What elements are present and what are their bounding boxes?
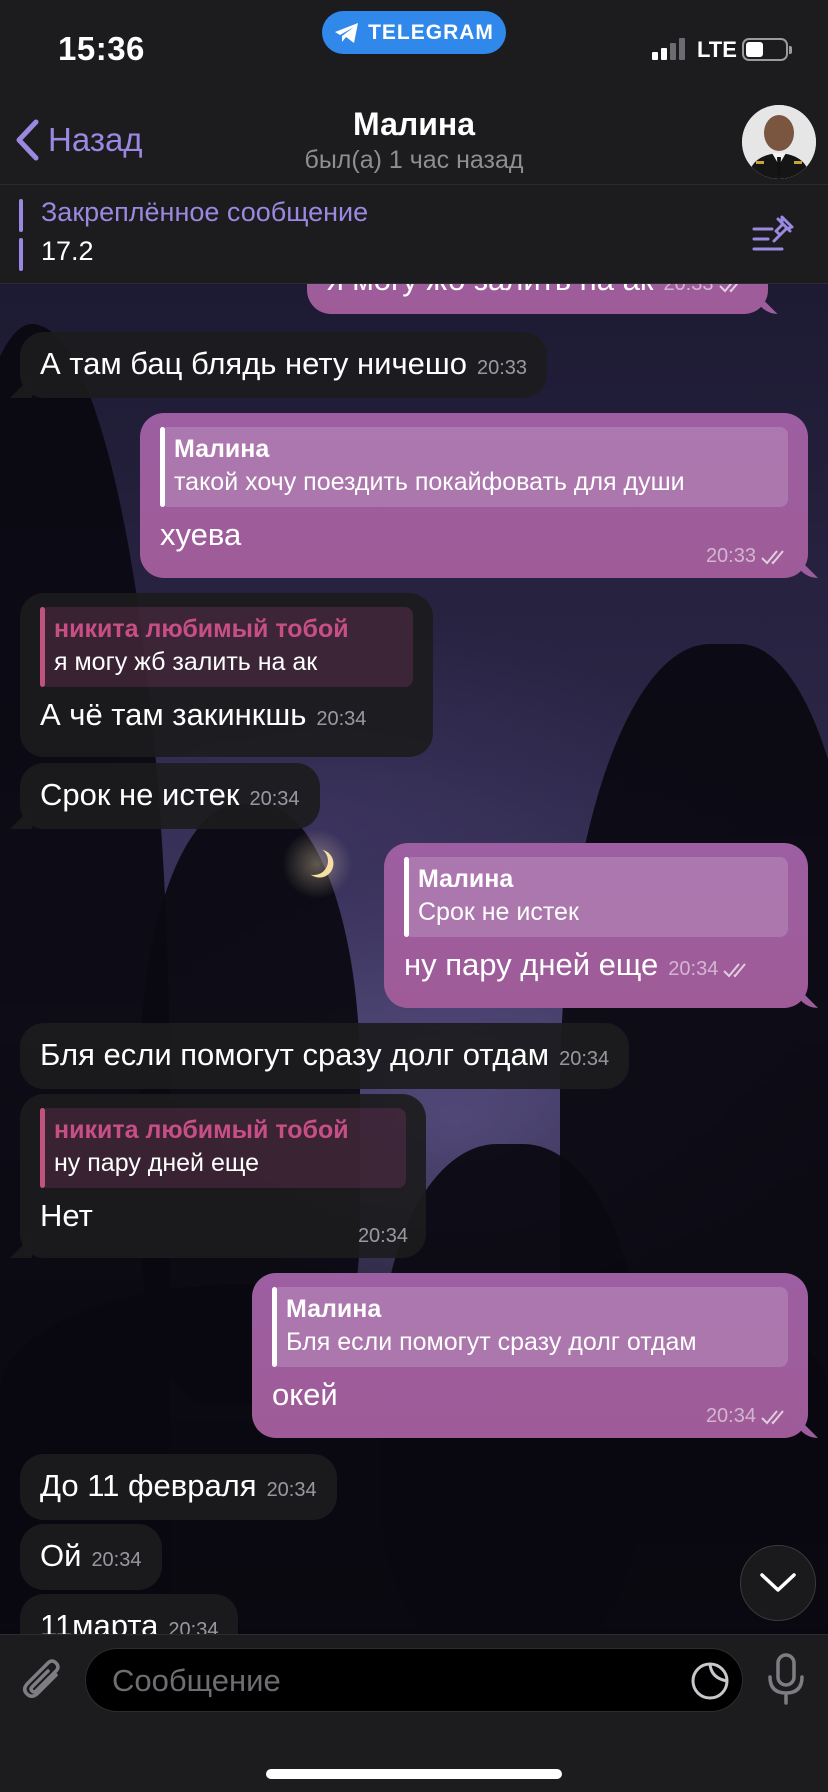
message-bubble-incoming[interactable]: Ой 20:34 — [20, 1524, 162, 1590]
message-meta: 20:33 — [663, 284, 747, 296]
pinned-message-bar[interactable]: Закреплённое сообщение 17.2 — [0, 184, 828, 284]
telegram-pill[interactable]: TELEGRAM — [322, 11, 506, 54]
reply-text: ну пару дней еще — [54, 1149, 260, 1177]
message-time: 20:34 — [168, 1619, 219, 1634]
message-text: я могу жб залить на ак — [327, 284, 653, 300]
message-bubble-incoming[interactable]: Срок не истек 20:34 — [20, 763, 320, 829]
message-time: 20:34 — [316, 708, 367, 730]
pinned-title: Закреплённое сообщение — [41, 197, 369, 227]
microphone-icon[interactable] — [762, 1651, 810, 1707]
message-bubble-incoming[interactable]: Бля если помогут сразу долг отдам 20:34 — [20, 1023, 630, 1089]
reply-quote[interactable]: никита любимый тобой ну пару дней еще — [40, 1108, 406, 1188]
pinned-list-icon[interactable] — [752, 215, 796, 255]
message-text: А чё там закинкшь — [40, 697, 307, 732]
telegram-plane-icon — [335, 22, 359, 43]
reply-text: такой хочу поездить покайфовать для души — [174, 468, 685, 496]
chat-header: Назад Малина был(а) 1 час назад — [0, 100, 828, 184]
chevron-down-icon — [760, 1573, 796, 1592]
message-bubble-incoming[interactable]: никита любимый тобой ну пару дней еще Не… — [20, 1094, 426, 1258]
message-text: 11марта — [40, 1608, 159, 1634]
message-text: До 11 февраля — [40, 1468, 257, 1503]
double-check-icon — [718, 284, 738, 292]
message-input-bar: Сообщение — [0, 1634, 828, 1792]
message-text: Бля если помогут сразу долг отдам — [40, 1037, 550, 1072]
telegram-pill-label: TELEGRAM — [368, 20, 494, 44]
reply-quote[interactable]: никита любимый тобой я могу жб залить на… — [40, 607, 413, 687]
paperclip-icon[interactable] — [20, 1657, 66, 1707]
pinned-indicator — [19, 199, 23, 271]
message-meta: 20:34 — [706, 1405, 790, 1428]
reply-author: никита любимый тобой — [54, 615, 349, 643]
scroll-down-button[interactable] — [740, 1545, 816, 1621]
chat-title[interactable]: Малина — [0, 106, 828, 143]
message-bubble-outgoing[interactable]: Малина Бля если помогут сразу долг отдам… — [252, 1273, 808, 1438]
message-meta: 20:33 — [706, 545, 790, 568]
double-check-icon — [723, 962, 747, 977]
home-indicator[interactable] — [266, 1769, 562, 1779]
sticker-icon[interactable] — [689, 1660, 731, 1702]
message-bubble-incoming[interactable]: А там бац блядь нету ничешо 20:33 — [20, 332, 548, 398]
network-type: LTE — [697, 37, 737, 62]
reply-text: Бля если помогут сразу долг отдам — [286, 1328, 697, 1356]
signal-icon — [652, 38, 685, 60]
double-check-icon — [761, 1409, 784, 1424]
message-bubble-incoming[interactable]: 11марта 20:34 — [20, 1594, 239, 1634]
message-bubble-outgoing[interactable]: я могу жб залить на ак 20:33 — [307, 284, 768, 314]
message-bubble-incoming[interactable]: До 11 февраля 20:34 — [20, 1454, 337, 1520]
message-time: 20:33 — [705, 545, 756, 567]
message-text: хуева — [160, 517, 242, 552]
message-bubble-outgoing[interactable]: Малина Срок не истек ну пару дней еще 20… — [384, 843, 808, 1008]
profile-photo — [742, 105, 816, 179]
message-time: 20:34 — [91, 1549, 142, 1571]
message-bubble-incoming[interactable]: никита любимый тобой я могу жб залить на… — [20, 593, 433, 757]
message-text: А там бац блядь нету ничешо — [40, 346, 467, 381]
message-text: ну пару дней еще — [404, 947, 659, 982]
pinned-text: 17.2 — [41, 236, 94, 266]
avatar[interactable] — [742, 105, 816, 179]
battery-icon — [742, 38, 792, 61]
message-time: 20:33 — [476, 357, 528, 379]
message-meta: 20:34 — [668, 958, 752, 981]
message-input-placeholder: Сообщение — [112, 1663, 281, 1698]
message-time: 20:33 — [663, 284, 714, 295]
reply-author: Малина — [286, 1295, 382, 1323]
reply-text: я могу жб залить на ак — [54, 648, 318, 676]
message-text: Ой — [40, 1538, 82, 1573]
status-bar: 15:36 TELEGRAM LTE — [0, 0, 828, 100]
reply-author: никита любимый тобой — [54, 1116, 349, 1144]
reply-quote[interactable]: Малина Бля если помогут сразу долг отдам — [272, 1287, 788, 1367]
message-time: 20:34 — [705, 1405, 756, 1427]
message-time: 20:34 — [357, 1225, 408, 1247]
reply-text: Срок не истек — [418, 898, 579, 926]
double-check-icon — [761, 549, 784, 564]
message-time: 20:34 — [668, 958, 719, 980]
message-list[interactable]: я могу жб залить на ак 20:33 А там бац б… — [0, 284, 828, 1634]
message-text: Срок не истек — [40, 777, 240, 812]
message-input[interactable]: Сообщение — [85, 1648, 743, 1712]
reply-author: Малина — [174, 435, 270, 463]
message-time: 20:34 — [559, 1048, 610, 1070]
status-time: 15:36 — [58, 30, 145, 67]
last-seen-status: был(а) 1 час назад — [304, 146, 524, 174]
reply-quote[interactable]: Малина такой хочу поездить покайфовать д… — [160, 427, 788, 507]
message-time: 20:34 — [266, 1479, 317, 1501]
message-time: 20:34 — [249, 788, 300, 810]
message-bubble-outgoing[interactable]: Малина такой хочу поездить покайфовать д… — [140, 413, 808, 578]
reply-author: Малина — [418, 865, 514, 893]
message-text: Нет — [40, 1198, 93, 1233]
reply-quote[interactable]: Малина Срок не истек — [404, 857, 788, 937]
